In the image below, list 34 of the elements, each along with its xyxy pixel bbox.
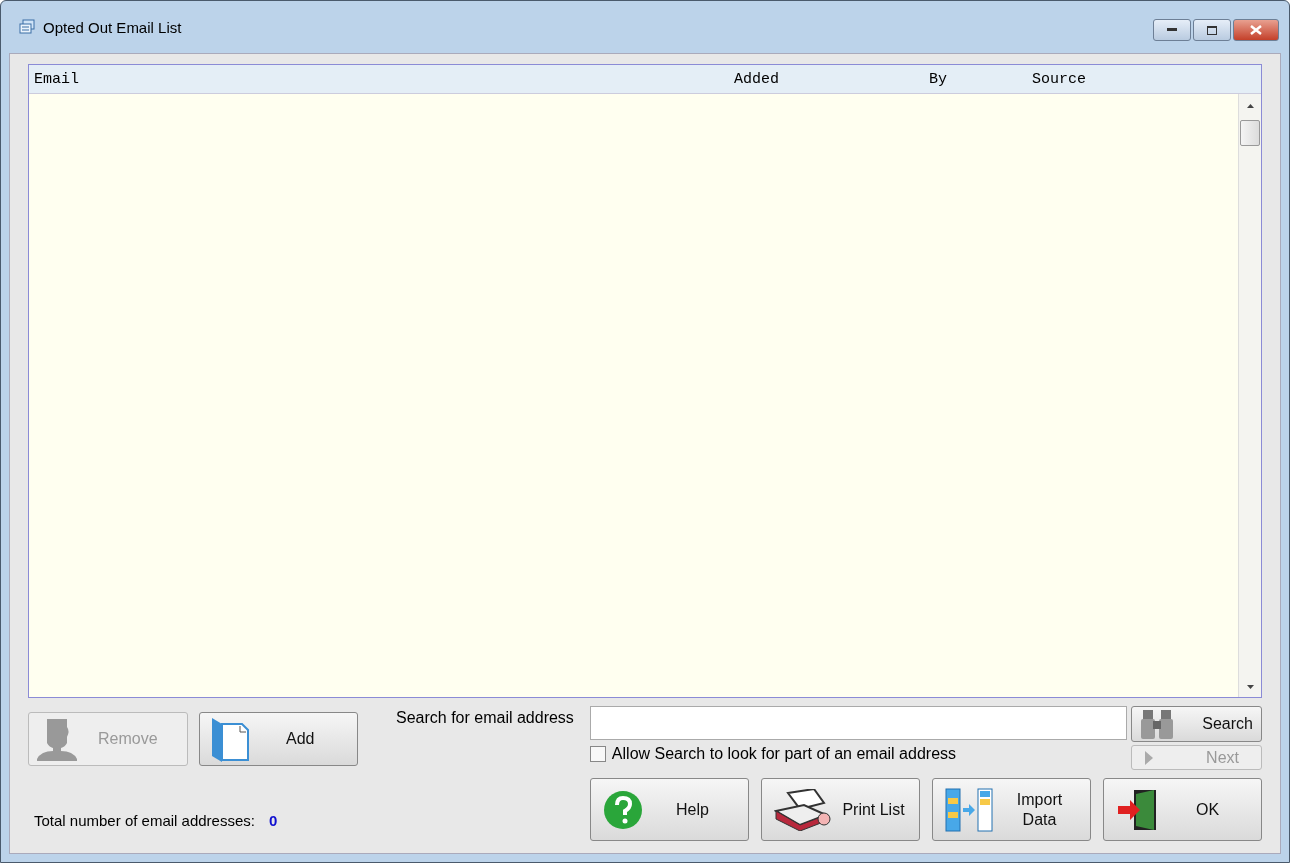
- binoculars-icon: [1140, 709, 1174, 739]
- help-icon: [603, 789, 643, 830]
- add-button[interactable]: Add: [198, 712, 358, 766]
- column-header[interactable]: Source: [1027, 70, 1086, 88]
- search-button[interactable]: Search: [1131, 706, 1262, 742]
- print-button[interactable]: Print List: [761, 778, 920, 841]
- window-title: Opted Out Email List: [43, 18, 182, 36]
- column-header[interactable]: By: [924, 70, 1027, 88]
- maximize-button[interactable]: [1193, 19, 1231, 41]
- help-button[interactable]: Help: [590, 778, 749, 841]
- column-header[interactable]: Added: [729, 70, 924, 88]
- checkbox-label: Allow Search to look for part of an email address: [611, 745, 957, 763]
- scrollbar[interactable]: [1238, 94, 1261, 697]
- scroll-thumb[interactable]: [1240, 120, 1260, 146]
- close-button[interactable]: [1233, 19, 1279, 41]
- search-label: Search for email address: [396, 709, 574, 728]
- import-button[interactable]: Import Data: [932, 778, 1091, 841]
- scroll-down-icon[interactable]: [1246, 685, 1254, 689]
- close-icon: [1250, 25, 1262, 35]
- window-list-icon: [19, 19, 35, 35]
- column-header[interactable]: Email: [29, 70, 729, 88]
- ok-button[interactable]: OK: [1103, 778, 1262, 841]
- play-icon: [1144, 750, 1154, 765]
- total-count: 0: [268, 812, 278, 829]
- scroll-up-icon[interactable]: [1246, 104, 1254, 108]
- printer-icon: [774, 788, 834, 831]
- total-label: Total number of email addresses:: [34, 812, 255, 829]
- search-field[interactable]: [589, 706, 1127, 740]
- minimize-icon: [1167, 28, 1177, 32]
- table-transfer-icon: [945, 787, 995, 832]
- checkbox[interactable]: [589, 746, 606, 762]
- maximize-icon: [1207, 25, 1217, 35]
- person-icon: [37, 717, 77, 761]
- minimize-button[interactable]: [1153, 19, 1191, 41]
